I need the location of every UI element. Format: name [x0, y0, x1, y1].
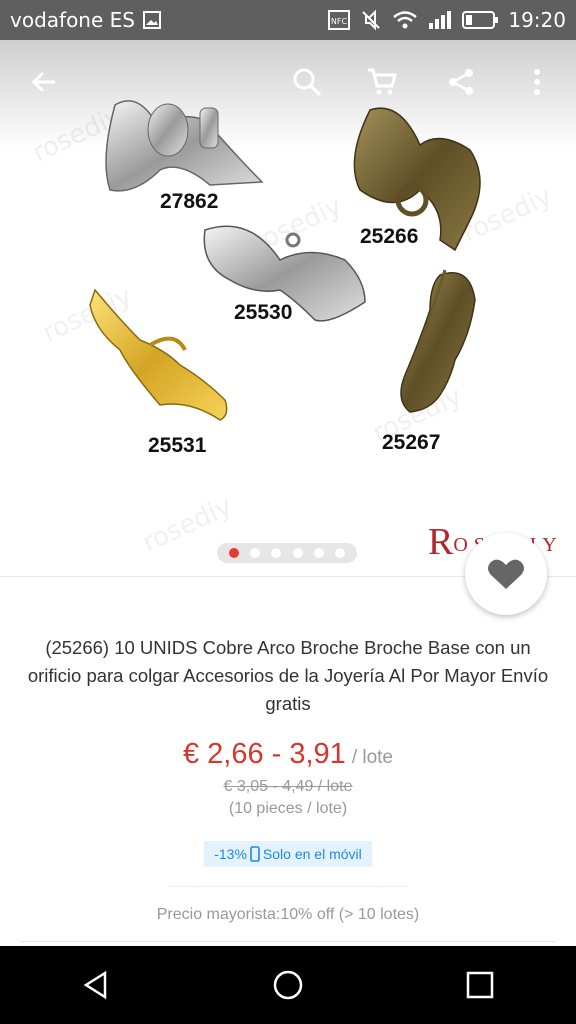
top-toolbar: [0, 40, 576, 130]
back-arrow-icon: [31, 71, 55, 93]
more-options-button[interactable]: [517, 62, 557, 102]
product-title: (25266) 10 UNIDS Cobre Arco Broche Broch…: [27, 637, 549, 714]
cart-button[interactable]: [362, 62, 402, 102]
pagination-dot[interactable]: [249, 548, 260, 558]
nfc-label: NFC: [331, 17, 348, 26]
badge-text: Solo en el móvil: [262, 846, 362, 862]
heart-icon: [488, 559, 524, 589]
search-button[interactable]: [287, 62, 327, 102]
nfc-icon: NFC: [328, 10, 351, 30]
share-icon: [449, 69, 473, 95]
pieces-per-lot: (10 pieces / lote): [228, 800, 348, 817]
item-label: 25530: [234, 301, 293, 324]
square-recents-icon: [466, 971, 494, 999]
item-label: 27862: [160, 190, 219, 213]
pagination-dot[interactable]: [335, 548, 346, 558]
pagination-dot[interactable]: [271, 548, 282, 558]
price-row: € 2,66 - 3,91/ lote: [0, 738, 576, 771]
image-icon: [142, 11, 161, 29]
mute-icon: [360, 9, 382, 31]
divider: [20, 941, 556, 942]
wifi-icon: [392, 10, 418, 30]
phone-icon: [250, 846, 260, 862]
status-bar: vodafone ES NFC 19:20: [0, 0, 576, 40]
price: € 2,66 - 3,91: [182, 738, 346, 770]
discount-percent: -13%: [214, 846, 247, 862]
more-vert-icon: [534, 69, 540, 95]
cart-icon: [368, 68, 397, 95]
mobile-discount-badge: -13% Solo en el móvil: [204, 841, 372, 867]
system-nav-bar: [0, 946, 576, 1024]
search-icon: [293, 68, 322, 97]
pagination-dot[interactable]: [313, 548, 324, 558]
carrier-name: vodafone ES: [10, 8, 135, 32]
brooch-25267: [400, 269, 476, 413]
triangle-back-icon: [83, 970, 107, 1000]
nav-recents-button[interactable]: [450, 955, 510, 1015]
nav-home-button[interactable]: [258, 955, 318, 1015]
divider: [168, 886, 408, 887]
back-button[interactable]: [24, 62, 64, 102]
price-unit: / lote: [351, 747, 394, 768]
item-label: 25531: [148, 434, 207, 457]
brooch-25531: [89, 288, 228, 421]
circle-home-icon: [273, 970, 303, 1000]
item-label: 25267: [382, 431, 441, 454]
pagination-dot[interactable]: [292, 548, 303, 558]
share-button[interactable]: [441, 62, 481, 102]
wishlist-button[interactable]: [465, 533, 547, 615]
clock: 19:20: [508, 8, 566, 32]
item-label: 25266: [360, 225, 419, 248]
battery-icon: [462, 10, 499, 30]
wholesale-price: Precio mayorista:10% off (> 10 lotes): [156, 906, 420, 923]
signal-icon: [428, 10, 452, 30]
image-pagination: [217, 543, 357, 563]
original-price: € 3,05 - 4,49 / lote: [223, 778, 353, 795]
pagination-dot-active[interactable]: [228, 548, 239, 558]
nav-back-button[interactable]: [66, 955, 126, 1015]
